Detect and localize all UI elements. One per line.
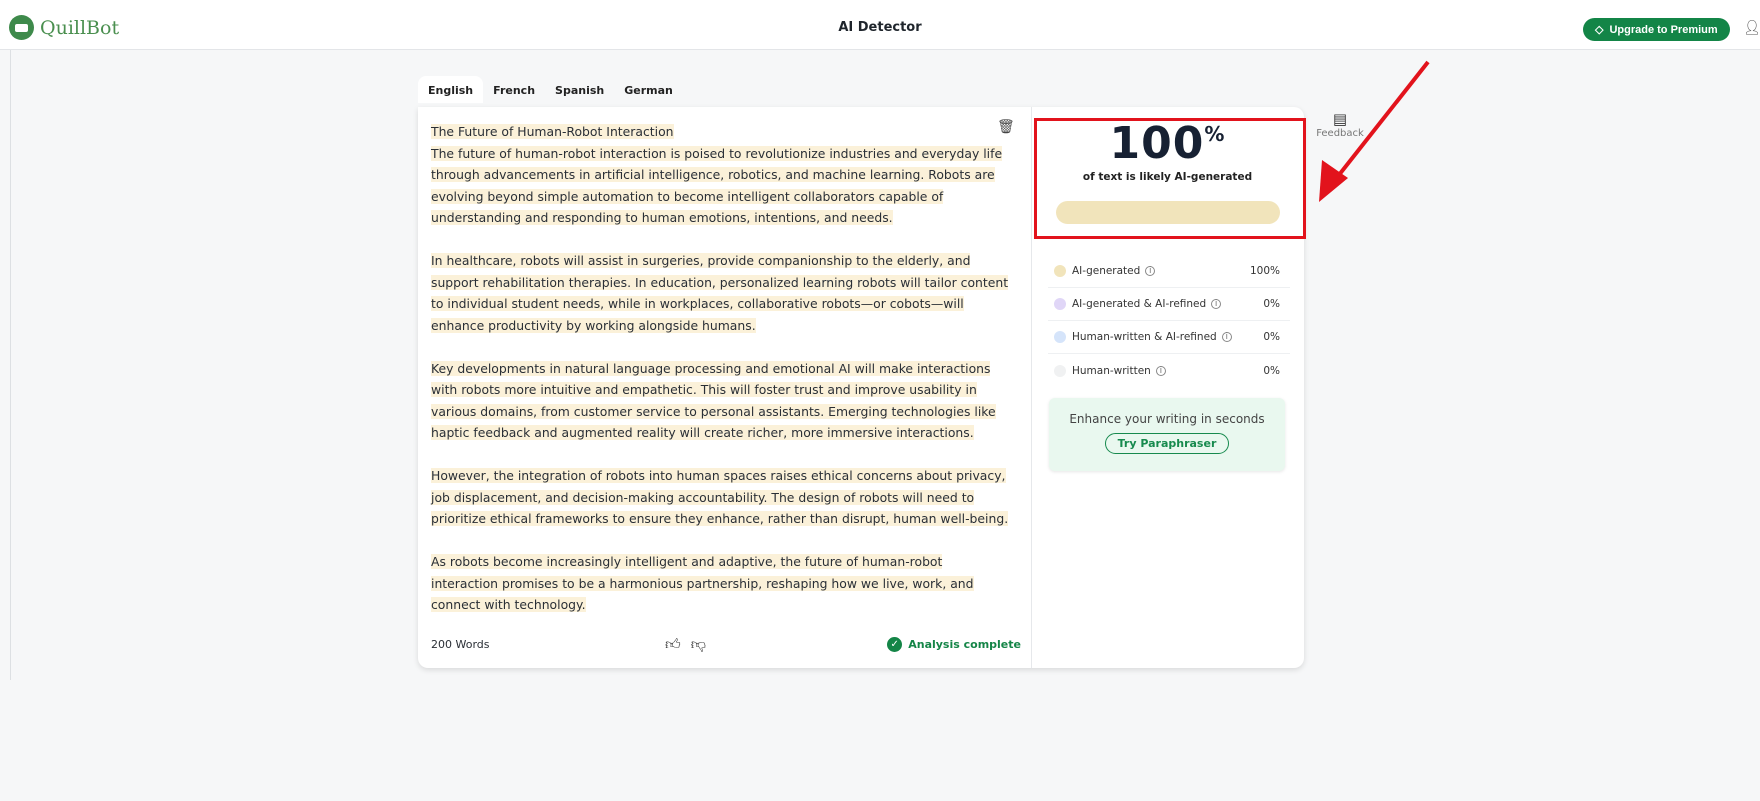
red-arrow-annotation (1319, 60, 1430, 202)
